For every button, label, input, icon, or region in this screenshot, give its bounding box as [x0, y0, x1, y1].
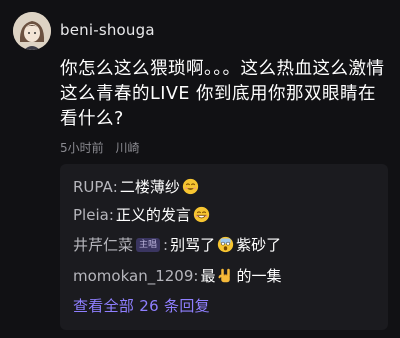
view-all-replies-link[interactable]: 查看全部 26 条回复	[73, 295, 210, 316]
comment-text: 你怎么这么猥琐啊。。。这么热血这么激情这么青春的LIVE 你到底用你那双眼睛在看…	[60, 59, 385, 129]
reply-username[interactable]: Pleia	[73, 206, 109, 224]
reply-username[interactable]: 井芹仁菜	[73, 234, 133, 255]
reply-item[interactable]: 井芹仁菜 主唱 : 别骂了 紫砂了	[73, 234, 281, 255]
reply-separator: :	[193, 266, 199, 285]
comment-time: 5小时前	[60, 141, 104, 155]
comment-location: 川崎	[115, 141, 140, 155]
reply-text-before: 别骂了	[170, 236, 216, 254]
reply-separator: :	[163, 235, 169, 254]
rock-hand-emoji-icon	[217, 267, 234, 284]
reply-text: 二楼薄纱	[119, 178, 180, 196]
reply-text-after: 紫砂了	[236, 236, 282, 254]
reply-item[interactable]: momokan_1209 : 最 的一集	[73, 265, 281, 286]
replies-panel: RUPA : 二楼薄纱 Pleia : 正义的发言 井芹仁菜 主唱 : 别骂了 …	[60, 164, 388, 330]
reply-text: 正义的发言	[115, 206, 191, 224]
comment-meta: 5小时前 川崎	[60, 139, 139, 156]
shocked-face-emoji-icon	[217, 236, 234, 253]
smiling-face-emoji-icon	[182, 178, 199, 195]
reply-item[interactable]: Pleia : 正义的发言	[73, 204, 212, 225]
reply-text-before: 最	[200, 267, 216, 285]
avatar-illustration	[13, 12, 51, 50]
grinning-face-emoji-icon	[193, 206, 210, 223]
reply-separator: :	[108, 205, 114, 224]
reply-username[interactable]: momokan_1209	[73, 267, 193, 285]
reply-username[interactable]: RUPA	[73, 178, 113, 196]
reply-text-after: 的一集	[236, 267, 282, 285]
reply-separator: :	[112, 177, 118, 196]
reply-item[interactable]: RUPA : 二楼薄纱	[73, 176, 201, 197]
comment-username[interactable]: beni-shouga	[60, 21, 155, 39]
singer-badge: 主唱	[136, 237, 161, 252]
user-avatar[interactable]	[13, 12, 51, 50]
